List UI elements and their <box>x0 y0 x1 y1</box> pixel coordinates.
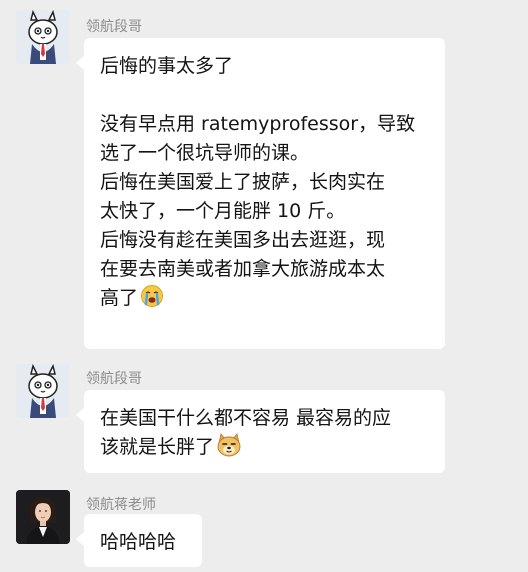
message-text-line: 后悔的事太多了 <box>100 55 234 77</box>
message-bubble[interactable]: 哈哈哈哈 <box>76 514 202 567</box>
message-text-line: 在要去南美或者加拿大旅游成本太 <box>100 258 386 280</box>
sender-name: 领航段哥 <box>86 371 142 387</box>
message-text-line: 高了 <box>100 284 429 317</box>
message-text-line: 在美国干什么都不容易 最容易的应 <box>100 407 392 429</box>
crying-face-emoji <box>140 284 164 317</box>
doge-emoji <box>216 433 242 466</box>
cartoon-cat-avatar[interactable] <box>16 364 70 418</box>
message-text-line: 没有早点用 ratemyprofessor，导致 <box>100 113 416 135</box>
message-text-line: 哈哈哈哈 <box>100 531 177 553</box>
message-text-line: 选了一个很坑导师的课。 <box>100 142 310 164</box>
message-text-segment: 高了 <box>100 287 139 309</box>
message-text-line: 太快了，一个月能胖 10 斤。 <box>100 200 346 222</box>
woman-photo-avatar[interactable] <box>16 490 70 544</box>
sender-name: 领航段哥 <box>86 19 142 35</box>
cartoon-cat-avatar[interactable] <box>16 10 70 64</box>
message-bubble[interactable]: 后悔的事太多了 没有早点用 ratemyprofessor，导致 选了一个很坑导… <box>76 38 445 349</box>
message-text-segment: 该就是长胖了 <box>100 436 215 458</box>
message-bubble[interactable]: 在美国干什么都不容易 最容易的应 该就是长胖了 <box>76 390 445 473</box>
message-text-line: 该就是长胖了 <box>100 433 429 466</box>
message-text-line: 后悔没有趁在美国多出去逛逛，现 <box>100 229 386 251</box>
message-text-line: 后悔在美国爱上了披萨，长肉实在 <box>100 171 386 193</box>
sender-name: 领航蒋老师 <box>86 497 156 513</box>
